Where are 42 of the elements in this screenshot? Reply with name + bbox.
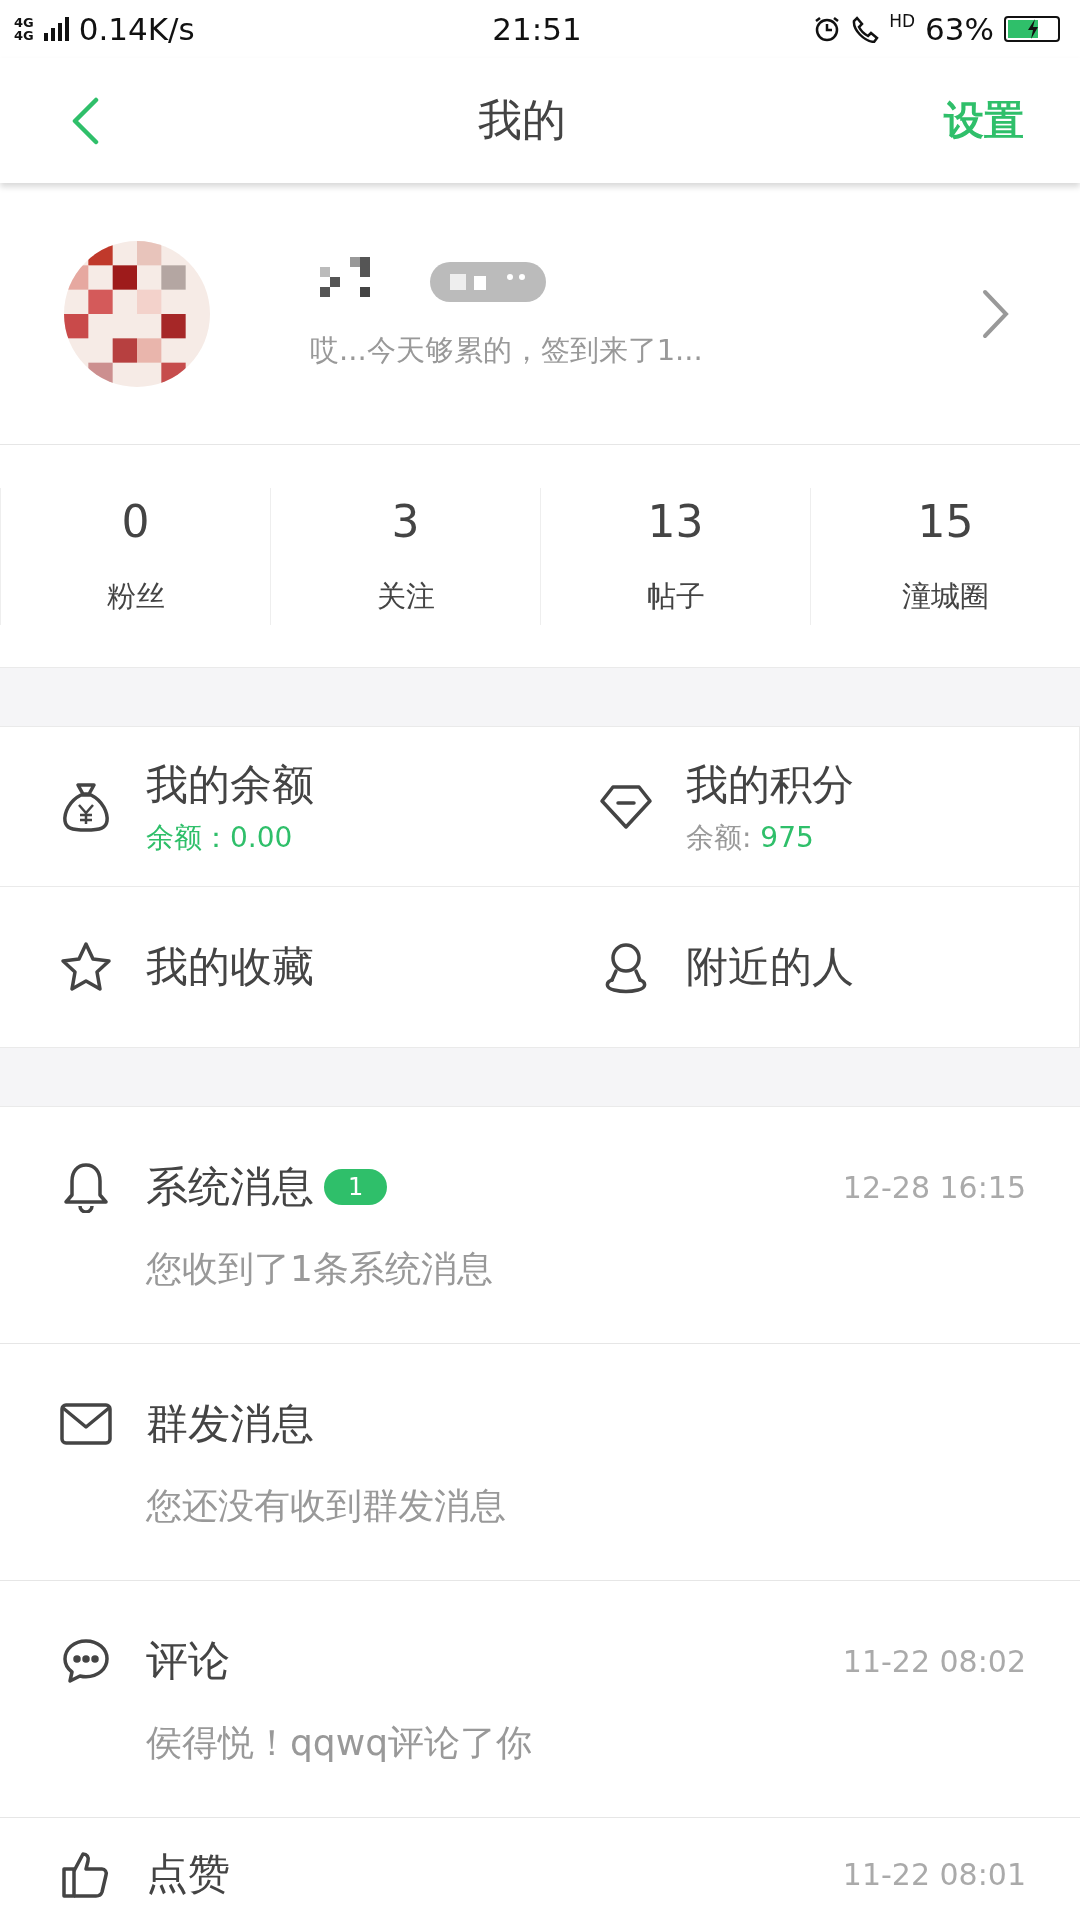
stat-item[interactable]: 13 帖子 (540, 487, 810, 625)
stat-item[interactable]: 15 潼城圈 (810, 487, 1080, 625)
network-speed: 0.14K/s (78, 11, 195, 47)
money-bag-icon (61, 780, 111, 833)
message-time: 11-22 08:01 (842, 1856, 1026, 1892)
menu-item[interactable]: 我的收藏 (0, 887, 540, 1047)
network-type-label: 4G (14, 16, 34, 29)
message-row[interactable]: 点赞 11-22 08:01 (0, 1818, 1080, 1916)
stat-item[interactable]: 3 关注 (270, 487, 540, 625)
message-row[interactable]: 系统消息 1 12-28 16:15 您收到了1条系统消息 (0, 1107, 1080, 1344)
message-preview: 您还没有收到群发消息 (146, 1484, 507, 1528)
network-type-label: 4G (14, 29, 34, 42)
diamond-icon (599, 783, 653, 830)
signal-icon (43, 17, 69, 41)
mail-icon (59, 1402, 113, 1446)
hd-label: HD (889, 11, 916, 31)
balance-text: 余额: 975 (686, 819, 815, 856)
message-title: 群发消息 (146, 1398, 314, 1450)
message-row[interactable]: 群发消息 您还没有收到群发消息 (0, 1344, 1080, 1581)
message-time: 12-28 16:15 (842, 1169, 1026, 1205)
message-time: 11-22 08:02 (842, 1643, 1026, 1679)
signature-text: 哎...今天够累的，签到来了1... (310, 331, 704, 369)
chevron-right-icon[interactable] (982, 288, 1010, 339)
menu-item[interactable]: 我的积分 余额: 975 (540, 727, 1080, 887)
bell-icon (63, 1161, 109, 1213)
message-title: 评论 (146, 1635, 230, 1687)
star-icon (59, 941, 113, 993)
clock: 21:51 (491, 11, 583, 47)
message-preview: 您收到了1条系统消息 (146, 1247, 494, 1291)
message-row[interactable]: 评论 11-22 08:02 侯得悦！qqwq评论了你 (0, 1581, 1080, 1818)
message-preview: 侯得悦！qqwq评论了你 (146, 1721, 533, 1765)
message-title: 点赞 (146, 1848, 230, 1900)
page-title: 我的 (478, 93, 566, 147)
menu-item[interactable]: 我的余额 余额：0.00 (0, 727, 540, 887)
unread-badge: 1 (324, 1169, 388, 1205)
phone-icon (851, 15, 880, 43)
message-title: 系统消息 (146, 1161, 314, 1213)
stat-item[interactable]: 0 粉丝 (0, 487, 270, 625)
back-button[interactable] (70, 96, 100, 145)
balance-text: 余额：0.00 (146, 819, 294, 856)
battery-percent: 63% (925, 11, 994, 47)
chat-icon (61, 1637, 111, 1685)
